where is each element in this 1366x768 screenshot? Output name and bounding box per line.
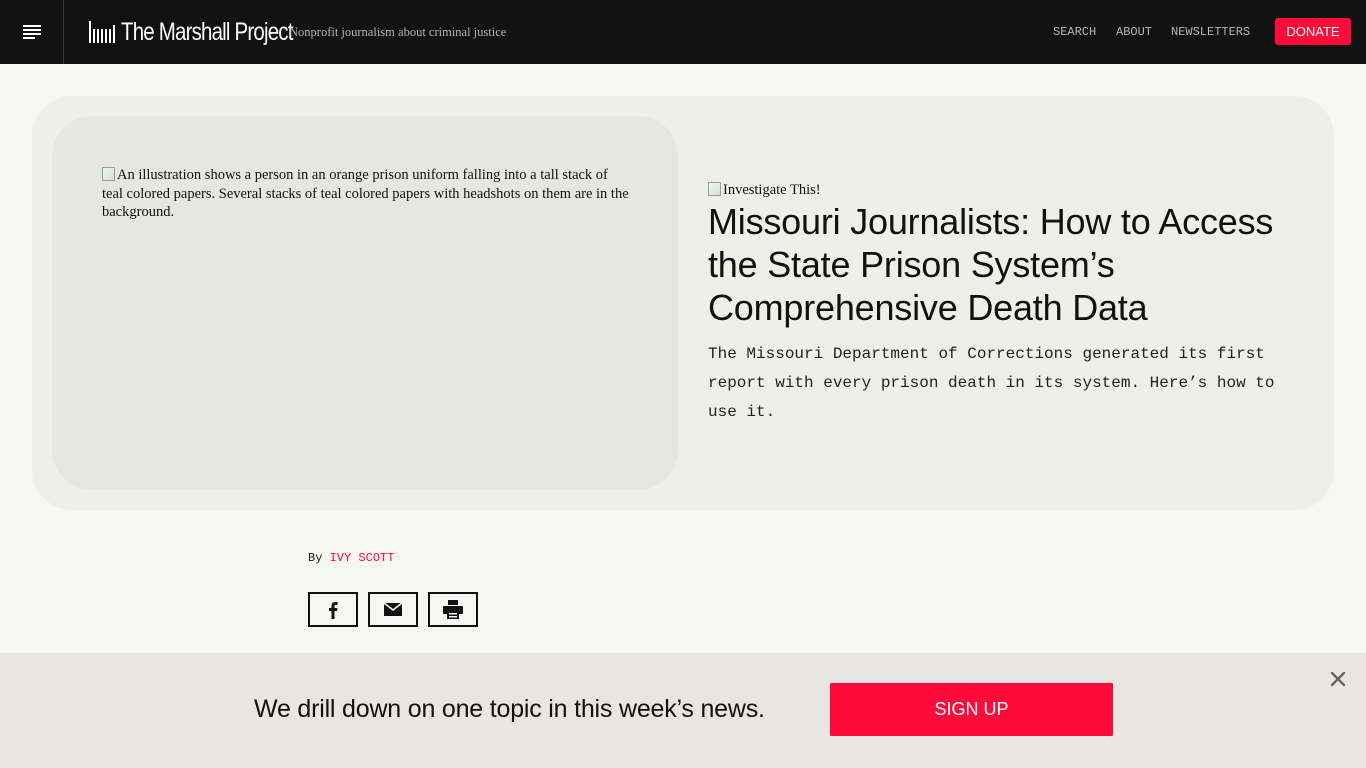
- facebook-share-button[interactable]: [308, 592, 358, 627]
- byline: By IVY SCOTT: [308, 551, 394, 565]
- site-name: The Marshall Project: [121, 18, 293, 46]
- print-icon: [443, 600, 463, 619]
- site-tagline: Nonprofit journalism about criminal just…: [289, 25, 507, 39]
- sign-up-button[interactable]: SIGN UP: [830, 683, 1113, 736]
- print-button[interactable]: [428, 592, 478, 627]
- email-share-button[interactable]: [368, 592, 418, 627]
- facebook-icon: [329, 601, 338, 619]
- article-headline: Missouri Journalists: How to Access the …: [708, 201, 1274, 328]
- donate-button[interactable]: DONATE: [1275, 18, 1351, 45]
- email-icon: [384, 603, 402, 616]
- nav-newsletters[interactable]: NEWSLETTERS: [1171, 25, 1250, 39]
- article-dek: The Missouri Department of Corrections g…: [708, 345, 1275, 421]
- nav-about[interactable]: ABOUT: [1116, 25, 1152, 39]
- kicker-image-alt[interactable]: Investigate This!: [708, 182, 821, 199]
- hamburger-icon: [22, 25, 41, 39]
- author-link[interactable]: IVY SCOTT: [330, 551, 395, 565]
- menu-button[interactable]: [0, 0, 64, 64]
- banner-close-button[interactable]: [1328, 669, 1348, 689]
- close-icon: [1330, 671, 1346, 687]
- newsletter-banner-text: We drill down on one topic in this week’…: [254, 695, 765, 723]
- broken-image-icon: [708, 182, 721, 196]
- byline-prefix: By: [308, 551, 323, 565]
- broken-image-icon: [102, 167, 115, 181]
- logo-bars-icon: [89, 21, 115, 43]
- nav-search[interactable]: SEARCH: [1053, 25, 1096, 39]
- hero-image-alt-text: An illustration shows a person in an ora…: [102, 167, 629, 220]
- site-header: The Marshall Project Nonprofit journalis…: [0, 0, 1366, 64]
